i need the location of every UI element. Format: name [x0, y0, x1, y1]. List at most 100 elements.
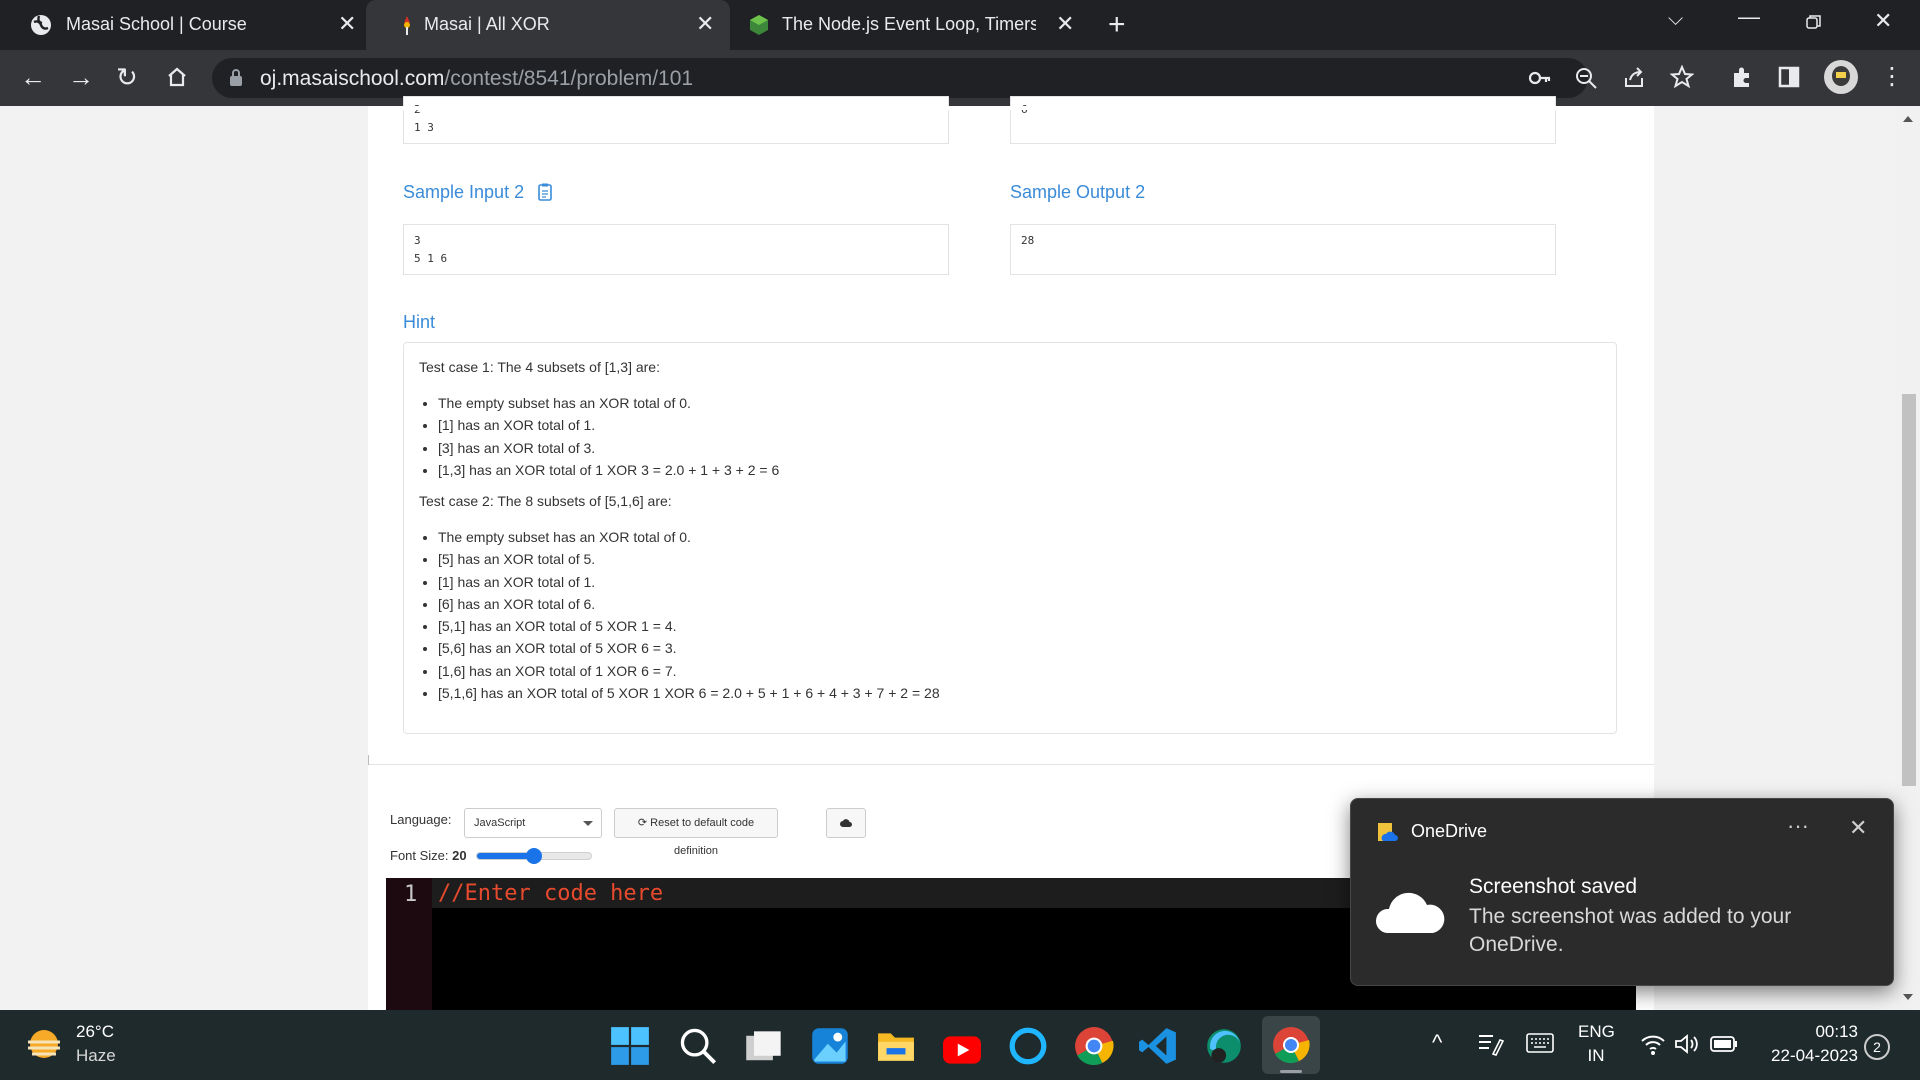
language-value: JavaScript [474, 817, 526, 829]
font-size-value: 20 [452, 848, 467, 863]
weather-sun-haze-icon[interactable] [24, 1024, 66, 1064]
key-icon[interactable] [1528, 68, 1552, 88]
chevron-down-icon [583, 821, 593, 826]
wifi-icon[interactable] [1640, 1032, 1666, 1056]
notification-count-badge[interactable]: 2 [1864, 1034, 1890, 1060]
search-icon[interactable] [678, 1026, 718, 1066]
scroll-up-arrow-icon[interactable] [1903, 116, 1913, 122]
list-item: [5] has an XOR total of 5. [438, 548, 940, 570]
sample-input-line: 2 [404, 101, 948, 119]
tab-title: The Node.js Event Loop, Timers, a [782, 14, 1036, 34]
battery-icon[interactable] [1710, 1035, 1738, 1053]
close-icon[interactable]: ✕ [696, 13, 714, 35]
section-divider [368, 764, 1654, 765]
reload-icon[interactable]: ↻ [116, 62, 138, 92]
list-item: [1,3] has an XOR total of 1 XOR 3 = 2.0 … [438, 459, 779, 481]
back-arrow-icon[interactable]: ← [20, 62, 46, 92]
language-select[interactable]: JavaScript [464, 808, 602, 838]
slider-knob[interactable] [526, 848, 542, 864]
cloud-upload-icon [840, 819, 852, 827]
volume-icon[interactable] [1674, 1032, 1700, 1056]
browser-tab-strip: Masai School | Course ✕ Masai | All XOR … [0, 0, 1920, 50]
browser-toolbar: ← → ↻ oj.masaischool.com/contest/8541/pr… [0, 50, 1920, 106]
toast-body: The screenshot was added to your OneDriv… [1469, 905, 1792, 956]
chrome-icon[interactable] [1074, 1026, 1114, 1066]
home-icon[interactable] [166, 66, 188, 88]
tab-masai-all-xor[interactable]: Masai | All XOR ✕ [366, 0, 730, 50]
font-size-label: Font Size: 20 [390, 848, 467, 863]
sample-output-line: 28 [1021, 234, 1035, 247]
close-icon[interactable]: ✕ [338, 13, 356, 35]
page-scrollbar[interactable] [1896, 106, 1920, 1010]
sample-output-2-label: Sample Output 2 [1010, 182, 1146, 202]
windows-taskbar: 26°C Haze ^ ENG IN 00:13 22-04-2023 2 [0, 1010, 1920, 1080]
new-tab-plus-icon[interactable]: + [1108, 10, 1126, 40]
pen-menu-icon[interactable] [1476, 1030, 1504, 1058]
task-view-icon[interactable] [744, 1028, 784, 1068]
code-line[interactable]: //Enter code here [438, 881, 663, 906]
list-item: [5,1] has an XOR total of 5 XOR 1 = 4. [438, 615, 940, 637]
scrollbar-thumb[interactable] [1902, 394, 1916, 786]
list-item: The empty subset has an XOR total of 0. [438, 526, 940, 548]
resize-handle[interactable] [368, 755, 369, 765]
weather-description[interactable]: Haze [76, 1046, 116, 1066]
sample-input-1-box: 2 1 3 [403, 96, 949, 144]
hint-case1-intro: Test case 1: The 4 subsets of [1,3] are: [419, 359, 660, 375]
vscode-icon[interactable] [1138, 1026, 1178, 1066]
keyboard-icon[interactable] [1526, 1032, 1554, 1054]
chrome-icon [1273, 1027, 1310, 1064]
address-bar[interactable]: oj.masaischool.com/contest/8541/problem/… [212, 58, 1588, 98]
sample-input-line: 5 1 6 [414, 252, 448, 265]
side-panel-icon[interactable] [1778, 66, 1800, 88]
youtube-icon[interactable] [942, 1030, 982, 1070]
extensions-puzzle-icon[interactable] [1730, 65, 1754, 89]
chrome-active-app-highlight[interactable] [1262, 1016, 1320, 1074]
list-item: [1,6] has an XOR total of 1 XOR 6 = 7. [438, 660, 940, 682]
sample-input-line: 3 [414, 234, 421, 247]
upload-cloud-button[interactable] [826, 808, 866, 838]
onedrive-app-icon [1378, 823, 1398, 841]
onedrive-toast[interactable]: OneDrive ··· ✕ Screenshot saved The scre… [1350, 798, 1894, 986]
toast-title: Screenshot saved [1469, 875, 1638, 898]
reset-code-button[interactable]: ⟳ Reset to default code definition [614, 808, 778, 857]
input-language-top[interactable]: ENG [1578, 1022, 1615, 1042]
edge-profile-icon[interactable] [1204, 1026, 1244, 1066]
close-icon[interactable]: ✕ [1056, 13, 1074, 35]
list-item: [5,1,6] has an XOR total of 5 XOR 1 XOR … [438, 682, 940, 704]
font-size-slider[interactable] [476, 848, 592, 864]
forward-arrow-icon[interactable]: → [68, 62, 94, 92]
windows-start-icon[interactable] [610, 1026, 650, 1066]
masai-logo-icon [404, 16, 410, 35]
tab-search-chevron-icon[interactable]: ⌵ [1668, 8, 1683, 31]
list-item: [5,6] has an XOR total of 5 XOR 6 = 3. [438, 637, 940, 659]
url-text: oj.masaischool.com/contest/8541/problem/… [260, 67, 693, 91]
file-explorer-icon[interactable] [876, 1026, 916, 1066]
zoom-out-icon[interactable] [1574, 66, 1598, 90]
more-options-icon[interactable]: ··· [1787, 813, 1809, 839]
cortana-ring-icon[interactable] [1008, 1026, 1048, 1066]
show-hidden-icons-chevron-icon[interactable]: ^ [1432, 1030, 1442, 1056]
list-item: [6] has an XOR total of 6. [438, 593, 940, 615]
profile-avatar[interactable] [1824, 60, 1858, 94]
restore-icon[interactable] [1806, 14, 1822, 30]
clock-time[interactable]: 00:13 [1750, 1022, 1858, 1042]
font-size-label-text: Font Size: [390, 848, 449, 863]
tab-masai-course[interactable]: Masai School | Course ✕ [0, 0, 366, 50]
photos-app-icon[interactable] [810, 1026, 850, 1066]
nodejs-hexagon-icon [750, 15, 768, 35]
hint-box: Test case 1: The 4 subsets of [1,3] are:… [403, 342, 1617, 734]
close-window-icon[interactable]: ✕ [1874, 8, 1892, 34]
bookmark-star-icon[interactable] [1670, 65, 1694, 89]
weather-temperature[interactable]: 26°C [76, 1022, 114, 1042]
share-icon[interactable] [1622, 66, 1646, 90]
scroll-down-arrow-icon[interactable] [1903, 994, 1913, 1000]
hint-case1-list: The empty subset has an XOR total of 0. … [438, 392, 779, 481]
menu-kebab-icon[interactable]: ⋮ [1880, 62, 1904, 91]
clock-date[interactable]: 22-04-2023 [1750, 1046, 1858, 1066]
clipboard-copy-icon[interactable] [538, 183, 552, 201]
hint-case2-list: The empty subset has an XOR total of 0. … [438, 526, 940, 704]
tab-nodejs-event-loop[interactable]: The Node.js Event Loop, Timers, a ✕ [730, 0, 1090, 50]
close-icon[interactable]: ✕ [1849, 815, 1867, 841]
minimize-icon[interactable]: — [1738, 4, 1760, 30]
input-language-bottom[interactable]: IN [1578, 1046, 1614, 1066]
